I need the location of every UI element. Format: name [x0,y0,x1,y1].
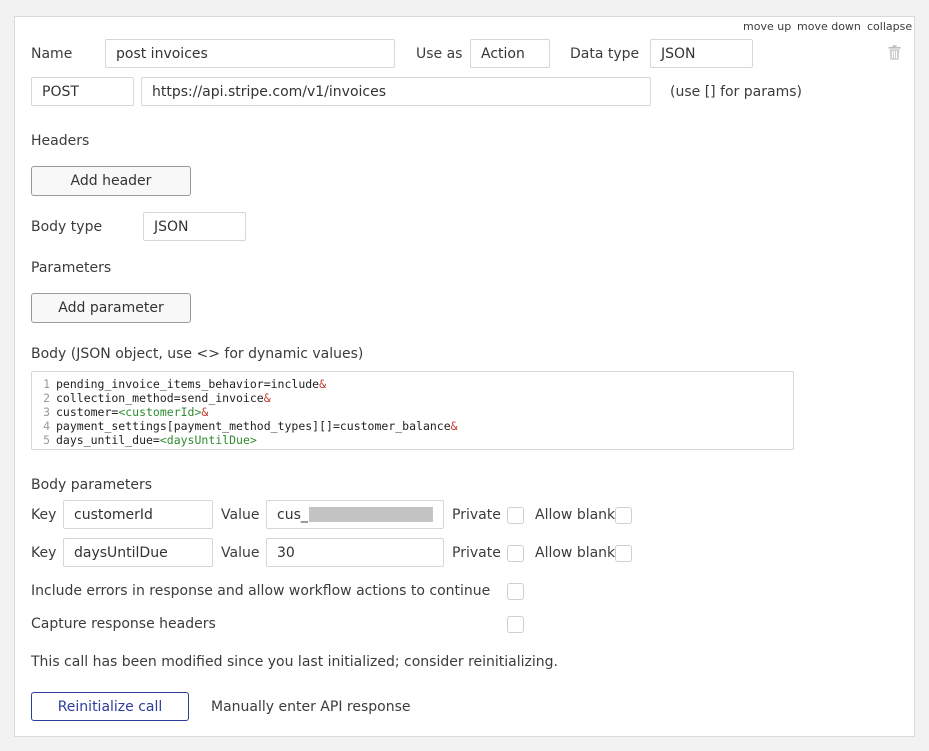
api-call-panel: move up move down collapse Name post inv… [14,16,915,737]
capture-headers-label: Capture response headers [31,616,216,632]
include-errors-label: Include errors in response and allow wor… [31,583,491,599]
private-checkbox[interactable] [507,507,524,524]
url-input[interactable]: https://api.stripe.com/v1/invoices [141,77,651,106]
key-label: Key [31,545,57,561]
body-code-editor[interactable]: 1 pending_invoice_items_behavior=include… [31,371,794,450]
name-label: Name [31,46,73,62]
reinitialize-call-button[interactable]: Reinitialize call [31,692,189,721]
body-title: Body (JSON object, use <> for dynamic va… [31,346,364,362]
data-type-select[interactable]: JSON [650,39,753,68]
code-line: 4 payment_settings[payment_method_types]… [32,419,793,433]
allow-blank-checkbox[interactable] [615,507,632,524]
modified-notice: This call has been modified since you la… [31,654,558,670]
body-type-label: Body type [31,219,103,235]
data-type-label: Data type [570,46,640,62]
move-up-link[interactable]: move up [743,20,791,33]
value-label: Value [221,545,260,561]
code-dynamic: <customerId> [118,405,202,419]
line-number: 5 [43,433,50,447]
value-text: cus_ [277,506,308,523]
code-text: collection_method=send_invoice [56,391,264,405]
code-text: payment_settings[payment_method_types][]… [56,419,451,433]
body-parameters-title: Body parameters [31,477,152,493]
allow-blank-checkbox[interactable] [615,545,632,562]
code-text: days_until_due= [56,433,160,447]
value-label: Value [221,507,260,523]
key-input[interactable]: customerId [63,500,213,529]
add-parameter-button[interactable]: Add parameter [31,293,191,323]
use-as-select[interactable]: Action [470,39,550,68]
value-input[interactable]: cus_ [266,500,444,529]
allow-blank-label: Allow blank [535,545,616,561]
key-label: Key [31,507,57,523]
parameters-title: Parameters [31,260,112,276]
private-label: Private [452,545,501,561]
private-checkbox[interactable] [507,545,524,562]
code-amp: & [263,391,271,405]
private-label: Private [452,507,501,523]
code-dynamic: <daysUntilDue> [159,433,257,447]
code-amp: & [201,405,209,419]
name-input[interactable]: post invoices [105,39,395,68]
code-text: customer= [56,405,119,419]
code-amp: & [450,419,458,433]
manual-response-link[interactable]: Manually enter API response [211,698,410,716]
url-hint: (use [] for params) [670,84,802,100]
body-type-select[interactable]: JSON [143,212,246,241]
key-input[interactable]: daysUntilDue [63,538,213,567]
add-header-button[interactable]: Add header [31,166,191,196]
code-line: 2 collection_method=send_invoice & [32,391,793,405]
collapse-link[interactable]: collapse [867,20,912,33]
line-number: 4 [43,419,50,433]
line-number: 2 [43,391,50,405]
include-errors-checkbox[interactable] [507,583,524,600]
line-number: 3 [43,405,50,419]
line-number: 1 [43,377,50,391]
headers-title: Headers [31,133,90,149]
use-as-label: Use as [416,46,463,62]
move-down-link[interactable]: move down [797,20,861,33]
value-input[interactable]: 30 [266,538,444,567]
code-line: 3 customer= <customerId> & [32,405,793,419]
redacted-block [308,507,433,522]
code-amp: & [319,377,327,391]
trash-icon[interactable] [888,45,901,60]
code-line: 5 days_until_due= <daysUntilDue> [32,433,793,447]
code-line: 1 pending_invoice_items_behavior=include… [32,377,793,391]
method-select[interactable]: POST [31,77,134,106]
code-text: pending_invoice_items_behavior=include [56,377,320,391]
capture-headers-checkbox[interactable] [507,616,524,633]
allow-blank-label: Allow blank [535,507,616,523]
